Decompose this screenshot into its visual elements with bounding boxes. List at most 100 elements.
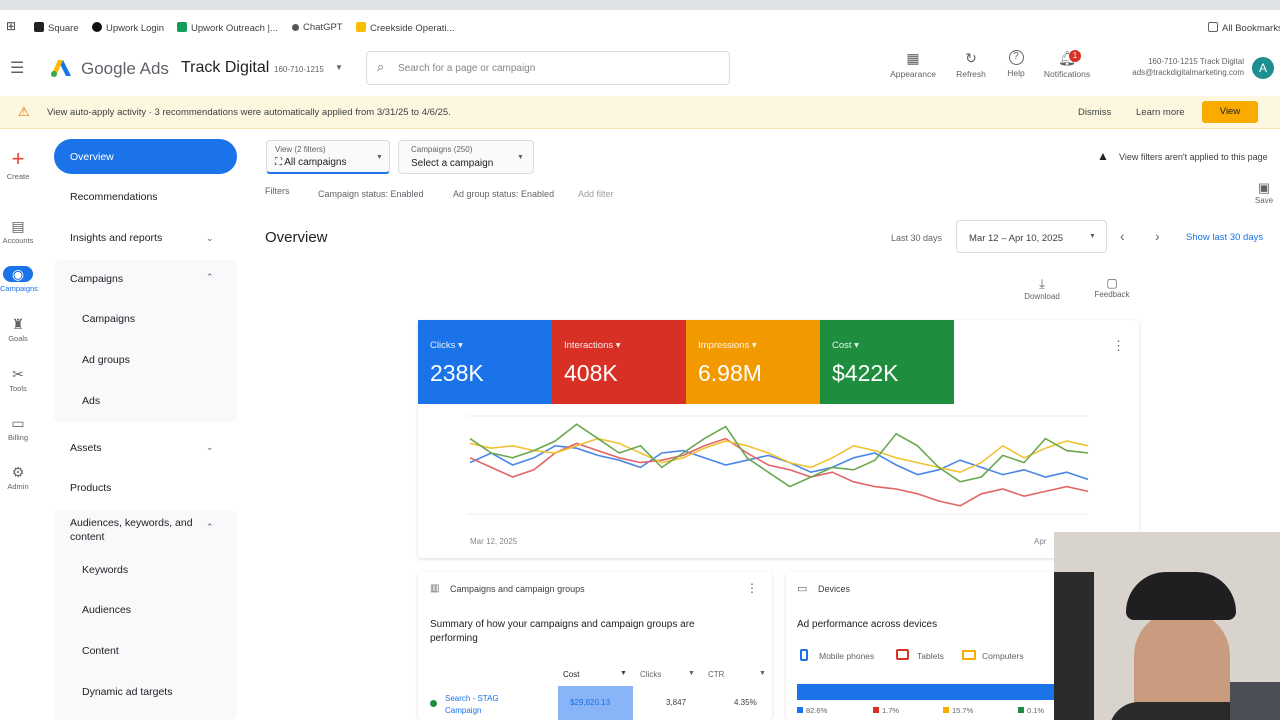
col-header-ctr[interactable]: CTR bbox=[708, 670, 724, 679]
view-filter-select[interactable]: View (2 filters) ⛶ All campaigns ▼ bbox=[266, 140, 390, 174]
metric-tile-cost[interactable]: Cost ▾ $422K bbox=[820, 320, 954, 404]
chevron-down-icon: ▼ bbox=[517, 154, 524, 161]
metric-tile-interactions[interactable]: Interactions ▾ 408K bbox=[552, 320, 686, 404]
metric-tile-impressions[interactable]: Impressions ▾ 6.98M bbox=[686, 320, 820, 404]
account-id[interactable]: 160-710-1215 bbox=[274, 65, 324, 74]
campaign-select[interactable]: Campaigns (250) Select a campaign ▼ bbox=[398, 140, 534, 174]
rail-tools[interactable]: ✂ Tools bbox=[0, 366, 36, 393]
rail-create[interactable]: + Create bbox=[0, 146, 36, 182]
filter-chip-ad-group-status[interactable]: Ad group status: Enabled bbox=[453, 189, 554, 199]
plus-icon: + bbox=[11, 146, 25, 171]
bookmark-creekside[interactable]: Creekside Operati... bbox=[356, 22, 454, 34]
chevron-down-icon[interactable]: ⌄ bbox=[206, 233, 214, 244]
search-placeholder: Search for a page or campaign bbox=[398, 63, 536, 74]
nav-audiences[interactable]: Audiences bbox=[82, 604, 131, 616]
metric-label-clicks: Clicks ▾ bbox=[430, 340, 463, 351]
sort-icon[interactable]: ▼ bbox=[759, 670, 766, 677]
performance-line-chart: Mar 12, 2025 Apr bbox=[468, 415, 1089, 546]
upwork-icon bbox=[92, 22, 102, 32]
nav-assets[interactable]: Assets bbox=[70, 442, 102, 454]
apps-grid-icon[interactable]: ⊞ bbox=[6, 19, 16, 33]
nav-campaigns[interactable]: Campaigns bbox=[82, 313, 135, 325]
nav-overview[interactable]: Overview bbox=[54, 139, 237, 174]
view-button[interactable]: View bbox=[1202, 101, 1258, 123]
account-name[interactable]: Track Digital bbox=[181, 59, 269, 77]
sort-icon[interactable]: ▼ bbox=[688, 670, 695, 677]
bookmark-upwork-outreach[interactable]: Upwork Outreach |... bbox=[177, 22, 278, 34]
side-nav: Overview Recommendations Insights and re… bbox=[52, 138, 238, 720]
more-options-icon[interactable]: ⋮ bbox=[1112, 338, 1125, 354]
legend-tablets: Tablets bbox=[917, 651, 944, 661]
drive-icon bbox=[356, 22, 366, 32]
chevron-down-icon[interactable]: ⌄ bbox=[206, 442, 214, 453]
chevron-up-icon[interactable]: ⌃ bbox=[206, 272, 214, 283]
search-input[interactable]: ⌕ Search for a page or campaign bbox=[366, 51, 730, 85]
gear-icon: ⚙ bbox=[11, 464, 25, 480]
save-button[interactable]: ▣ Save bbox=[1252, 180, 1276, 205]
chatgpt-icon bbox=[292, 24, 299, 31]
filter-chip-campaign-status[interactable]: Campaign status: Enabled bbox=[318, 189, 424, 199]
page-title: Overview bbox=[265, 229, 328, 246]
rail-billing[interactable]: ▭ Billing bbox=[0, 415, 36, 442]
folder-icon bbox=[1208, 22, 1218, 32]
col-header-clicks[interactable]: Clicks bbox=[640, 670, 661, 679]
bookmark-all[interactable]: All Bookmarks bbox=[1208, 22, 1280, 34]
x-axis-end-label: Apr bbox=[1034, 537, 1047, 546]
nav-keywords[interactable]: Keywords bbox=[82, 564, 128, 576]
chevron-down-icon[interactable]: ▼ bbox=[335, 63, 343, 72]
notifications-button[interactable]: 🔔︎ Notifications 1 bbox=[1040, 50, 1094, 79]
nav-content[interactable]: Content bbox=[82, 645, 119, 657]
help-button[interactable]: ? Help bbox=[990, 50, 1042, 78]
nav-ads[interactable]: Ads bbox=[82, 395, 100, 407]
bookmark-chatgpt[interactable]: ChatGPT bbox=[292, 22, 343, 33]
metric-label-cost: Cost ▾ bbox=[832, 340, 859, 351]
share-other: 0.1% bbox=[1018, 706, 1044, 715]
more-options-icon[interactable]: ⋮ bbox=[746, 581, 758, 595]
bookmark-square[interactable]: Square bbox=[34, 22, 79, 34]
previous-period-icon[interactable]: ‹ bbox=[1120, 228, 1125, 244]
filters-label: Filters bbox=[265, 186, 290, 196]
nav-products[interactable]: Products bbox=[70, 482, 111, 494]
date-range-select[interactable]: Mar 12 – Apr 10, 2025 ▼ bbox=[956, 220, 1107, 253]
avatar[interactable]: A bbox=[1252, 57, 1274, 79]
metric-label-impressions: Impressions ▾ bbox=[698, 340, 757, 351]
clicks-value: 3,847 bbox=[666, 698, 687, 707]
legend-mobile: Mobile phones bbox=[819, 651, 875, 661]
sort-icon[interactable]: ▼ bbox=[620, 670, 627, 677]
cost-value: $29,820.13 bbox=[570, 698, 611, 707]
bookmark-upwork-login[interactable]: Upwork Login bbox=[92, 22, 164, 34]
table-row[interactable]: Search - STAG Campaign $29,820.13 3,847 … bbox=[418, 686, 772, 720]
menu-icon[interactable]: ☰ bbox=[10, 58, 24, 78]
metric-tile-clicks[interactable]: Clicks ▾ 238K bbox=[418, 320, 552, 404]
nav-campaigns-group[interactable]: Campaigns bbox=[70, 273, 123, 285]
rail-accounts[interactable]: ▤ Accounts bbox=[0, 218, 36, 245]
notice-text[interactable]: View auto-apply activity · 3 recommendat… bbox=[47, 107, 451, 118]
add-filter-link[interactable]: Add filter bbox=[578, 189, 614, 199]
rail-goals[interactable]: ♜ Goals bbox=[0, 316, 36, 343]
nav-dynamic-ad-targets[interactable]: Dynamic ad targets bbox=[82, 686, 172, 698]
col-header-cost[interactable]: Cost bbox=[563, 670, 579, 679]
rail-campaigns[interactable]: ◉ Campaigns bbox=[0, 266, 38, 293]
campaign-name-link[interactable]: Search - STAG Campaign bbox=[445, 693, 525, 717]
nav-insights[interactable]: Insights and reports bbox=[70, 232, 162, 244]
account-info-email: ads@trackdigitalmarketing.com bbox=[1132, 68, 1244, 77]
feedback-button[interactable]: ▢ Feedback bbox=[1090, 276, 1134, 299]
chevron-up-icon[interactable]: ⌃ bbox=[206, 522, 214, 533]
filter-warning-text: View filters aren't applied to this page bbox=[1119, 152, 1268, 162]
rail-admin[interactable]: ⚙ Admin bbox=[0, 464, 36, 491]
ctr-value: 4.35% bbox=[734, 698, 757, 707]
dismiss-button[interactable]: Dismiss bbox=[1078, 107, 1111, 118]
campaigns-icon: ◉ bbox=[3, 266, 33, 282]
account-info[interactable]: 160-710-1215 Track Digital ads@trackdigi… bbox=[1100, 56, 1244, 78]
refresh-icon: ↻ bbox=[965, 50, 977, 66]
nav-ad-groups[interactable]: Ad groups bbox=[82, 354, 130, 366]
nav-recommendations[interactable]: Recommendations bbox=[70, 191, 158, 203]
appearance-button[interactable]: ▦ Appearance bbox=[887, 50, 939, 79]
filter-icon: ⛶ bbox=[275, 157, 285, 168]
show-last-30-days-link[interactable]: Show last 30 days bbox=[1186, 232, 1263, 243]
download-button[interactable]: ⤓ Download bbox=[1020, 276, 1064, 301]
nav-audiences-group[interactable]: Audiences, keywords, and content bbox=[70, 516, 206, 544]
share-mobile: 82.6% bbox=[797, 706, 827, 715]
next-period-icon[interactable]: › bbox=[1155, 228, 1160, 244]
learn-more-link[interactable]: Learn more bbox=[1136, 107, 1185, 118]
